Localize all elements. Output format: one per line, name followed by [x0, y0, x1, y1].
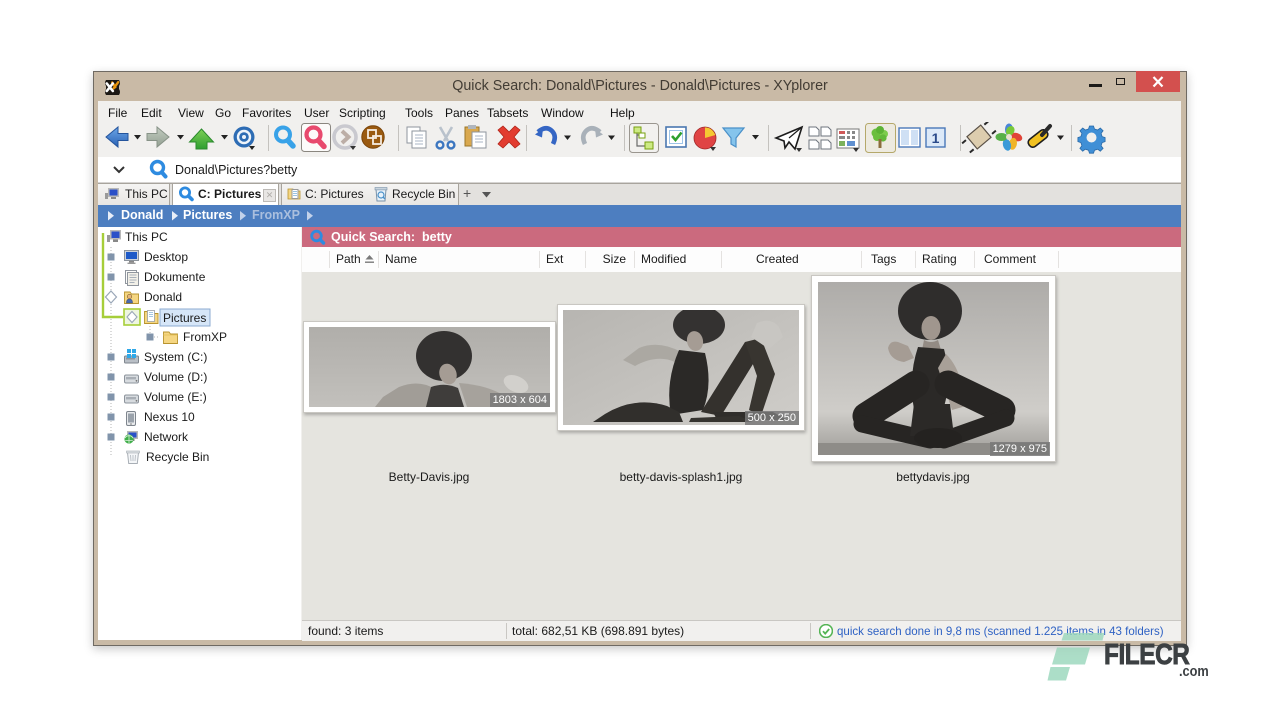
svg-text:1: 1	[932, 130, 940, 146]
